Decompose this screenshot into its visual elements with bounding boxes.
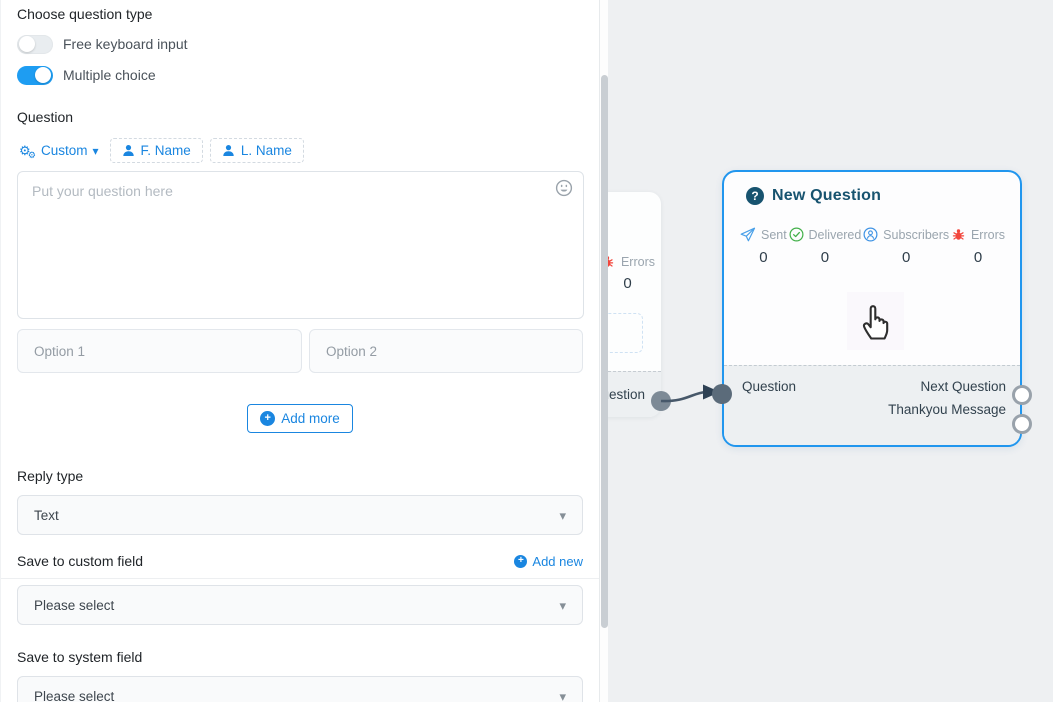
token-label: L. Name (241, 143, 292, 158)
stat-value: 0 (623, 275, 631, 292)
emoji-icon[interactable] (555, 179, 573, 197)
stat-label: Errors (621, 255, 655, 269)
question-textarea-wrap (17, 171, 583, 322)
stat-sent: Sent 0 (740, 227, 787, 266)
toggle-knob (19, 36, 35, 52)
add-more-row: Add more (17, 404, 583, 433)
system-field-heading: Save to system field (17, 647, 583, 667)
reply-type-heading: Reply type (17, 466, 583, 486)
flow-builder-app: Choose question type Free keyboard input… (0, 0, 1053, 702)
node-footer: Question Next Question Thankyou Message (724, 365, 1020, 445)
toggle-knob (35, 67, 51, 83)
stat-value: 0 (902, 249, 910, 266)
add-more-button[interactable]: Add more (247, 404, 353, 433)
question-type-toggles: Free keyboard input Multiple choice (17, 34, 583, 85)
node-header: New Question (724, 172, 1020, 205)
option-1-input[interactable] (17, 329, 302, 373)
bug-icon (951, 227, 966, 242)
chevron-down-icon (559, 507, 566, 524)
hand-cursor-icon (859, 300, 893, 342)
multiple-choice-toggle[interactable] (17, 66, 53, 85)
reply-type-select[interactable]: Text (17, 495, 583, 535)
answer-options-row (17, 329, 583, 373)
check-circle-icon (789, 227, 804, 242)
system-field-value: Please select (34, 689, 114, 702)
node-stats-row: Sent 0 Delivered 0 (724, 227, 1020, 266)
toggle-row-free-keyboard: Free keyboard input (17, 34, 583, 54)
cursor-highlight (847, 292, 904, 350)
question-textarea[interactable] (17, 171, 584, 319)
plus-circle-icon (260, 411, 275, 426)
stat-delivered: Delivered 0 (789, 227, 862, 266)
panel-scrollbar-thumb[interactable] (601, 75, 608, 628)
stat-label: Sent (761, 228, 787, 242)
stat-label: Subscribers (883, 228, 949, 242)
partial-node-errors-stat: Errors 0 (608, 254, 655, 292)
token-label: F. Name (141, 143, 191, 158)
partial-output-label: uestion (608, 387, 645, 402)
add-more-label: Add more (281, 411, 340, 426)
output-port-label: Next Question (920, 379, 1006, 394)
reply-type-value: Text (34, 508, 59, 523)
stat-value: 0 (759, 249, 767, 266)
stat-errors: Errors 0 (951, 227, 1005, 266)
stat-value: 0 (974, 249, 982, 266)
question-config-panel: Choose question type Free keyboard input… (0, 0, 600, 702)
merge-token-row: Custom F. Name L. Name (17, 137, 583, 164)
chevron-down-icon (93, 143, 99, 158)
token-chip-fname[interactable]: F. Name (110, 138, 203, 163)
person-icon (222, 144, 235, 157)
custom-token-label: Custom (41, 143, 88, 158)
custom-field-select[interactable]: Please select (17, 585, 583, 625)
person-icon (122, 144, 135, 157)
stat-label: Delivered (809, 228, 862, 242)
thankyou-message-output-port[interactable] (1012, 414, 1032, 434)
plus-circle-icon (514, 555, 527, 568)
partial-node-output-port[interactable] (651, 391, 671, 411)
stat-subscribers: Subscribers 0 (863, 227, 949, 266)
send-icon (740, 227, 756, 242)
input-port-label: Question (742, 379, 796, 394)
chevron-down-icon (559, 597, 566, 614)
add-new-custom-field-link[interactable]: Add new (514, 554, 583, 569)
next-question-output-port[interactable] (1012, 385, 1032, 405)
system-field-select[interactable]: Please select (17, 676, 583, 702)
stat-value: 0 (821, 249, 829, 266)
free-keyboard-label: Free keyboard input (63, 36, 188, 52)
partial-node-option-box (608, 313, 643, 353)
custom-field-value: Please select (34, 598, 114, 613)
partial-node[interactable]: Errors 0 uestion (608, 192, 661, 417)
stat-label: Errors (971, 228, 1005, 242)
question-heading: Question (17, 107, 583, 127)
token-chip-lname[interactable]: L. Name (210, 138, 304, 163)
node-title: New Question (772, 187, 881, 205)
new-question-node[interactable]: New Question Sent 0 (722, 170, 1022, 447)
add-new-label: Add new (532, 554, 583, 569)
toggle-row-multiple-choice: Multiple choice (17, 65, 583, 85)
multiple-choice-label: Multiple choice (63, 67, 156, 83)
option-2-input[interactable] (309, 329, 583, 373)
flow-canvas[interactable]: Errors 0 uestion New Question (608, 0, 1053, 702)
node-input-port[interactable] (712, 384, 732, 404)
output-port-label: Thankyou Message (888, 402, 1006, 417)
custom-token-dropdown[interactable]: Custom (17, 141, 103, 161)
gears-icon (19, 143, 36, 159)
question-mark-icon (746, 187, 764, 205)
custom-field-heading: Save to custom field (17, 551, 143, 571)
free-keyboard-toggle[interactable] (17, 35, 53, 54)
custom-field-header-row: Save to custom field Add new (1, 551, 599, 579)
bug-icon (608, 254, 615, 269)
panel-scrollbar-track (600, 0, 608, 702)
chevron-down-icon (559, 688, 566, 702)
choose-question-type-heading: Choose question type (17, 4, 583, 24)
subscribers-icon (863, 227, 878, 242)
